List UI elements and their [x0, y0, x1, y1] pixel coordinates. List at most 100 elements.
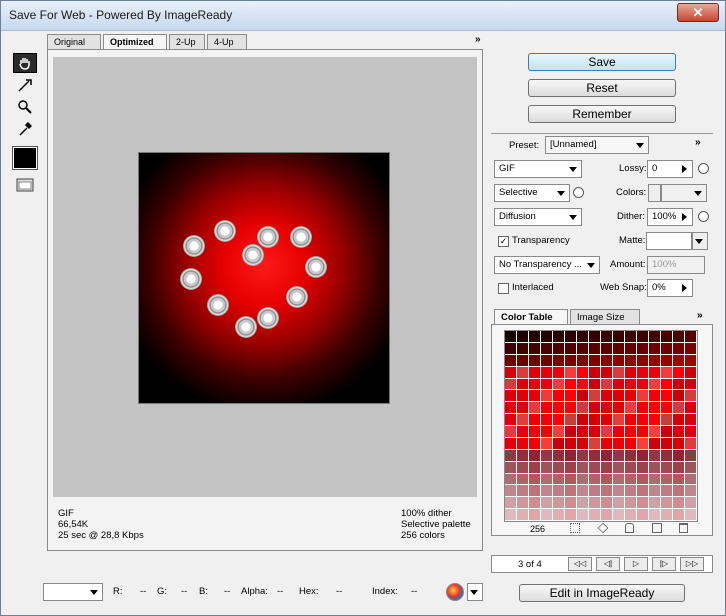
- color-swatch[interactable]: [577, 366, 589, 379]
- color-swatch[interactable]: [589, 402, 601, 415]
- color-swatch[interactable]: [661, 426, 673, 438]
- color-swatch[interactable]: [541, 378, 553, 391]
- color-swatch[interactable]: [553, 437, 565, 450]
- color-swatch[interactable]: [637, 378, 649, 391]
- color-swatch[interactable]: [577, 485, 589, 498]
- color-swatch[interactable]: [685, 449, 697, 462]
- transparency-checkbox[interactable]: ✓: [498, 236, 509, 247]
- close-button[interactable]: ✕: [677, 3, 719, 22]
- colors-stepper[interactable]: [648, 184, 661, 202]
- color-swatch[interactable]: [541, 331, 553, 343]
- color-swatch[interactable]: [661, 437, 673, 450]
- color-swatch[interactable]: [661, 485, 673, 498]
- color-swatch[interactable]: [637, 497, 649, 510]
- color-swatch[interactable]: [589, 497, 601, 510]
- tab-4-up[interactable]: 4-Up: [207, 34, 247, 50]
- color-swatch[interactable]: [517, 437, 529, 450]
- next-frame-button[interactable]: |▷: [652, 557, 676, 571]
- color-swatch[interactable]: [553, 414, 565, 426]
- color-swatch[interactable]: [601, 414, 613, 426]
- color-swatch[interactable]: [541, 485, 553, 498]
- color-swatch[interactable]: [613, 426, 625, 438]
- color-swatch[interactable]: [553, 473, 565, 486]
- color-swatch[interactable]: [517, 366, 529, 379]
- color-swatch[interactable]: [565, 342, 577, 355]
- color-swatch[interactable]: [505, 449, 517, 462]
- color-swatch[interactable]: [565, 473, 577, 486]
- edit-in-imageready-button[interactable]: Edit in ImageReady: [519, 584, 685, 602]
- color-swatch[interactable]: [649, 449, 661, 462]
- color-swatch[interactable]: [637, 331, 649, 343]
- color-swatch[interactable]: [505, 366, 517, 379]
- color-swatch[interactable]: [685, 485, 697, 498]
- color-swatch[interactable]: [673, 426, 685, 438]
- color-swatch[interactable]: [517, 402, 529, 415]
- color-swatch[interactable]: [505, 414, 517, 426]
- reduction-mask-icon[interactable]: [573, 187, 584, 198]
- color-swatch[interactable]: [649, 485, 661, 498]
- color-swatch[interactable]: [589, 390, 601, 403]
- trash-icon[interactable]: [679, 523, 688, 533]
- interlaced-checkbox[interactable]: [498, 283, 509, 294]
- color-swatch[interactable]: [625, 414, 637, 426]
- color-swatch[interactable]: [553, 331, 565, 343]
- color-swatch[interactable]: [577, 354, 589, 367]
- color-swatch[interactable]: [517, 354, 529, 367]
- color-swatch[interactable]: [529, 378, 541, 391]
- color-swatch[interactable]: [505, 437, 517, 450]
- eyedropper-color-swatch[interactable]: [12, 146, 38, 170]
- color-swatch[interactable]: [649, 426, 661, 438]
- color-swatch[interactable]: [625, 509, 637, 521]
- color-swatch[interactable]: [529, 342, 541, 355]
- color-swatch[interactable]: [565, 378, 577, 391]
- color-swatch[interactable]: [541, 414, 553, 426]
- colors-select[interactable]: [661, 184, 707, 202]
- amount-input[interactable]: 100%: [647, 256, 705, 274]
- color-swatch[interactable]: [613, 402, 625, 415]
- matte-dropdown[interactable]: [692, 232, 708, 250]
- color-swatch[interactable]: [577, 497, 589, 510]
- color-swatch[interactable]: [517, 485, 529, 498]
- color-swatch[interactable]: [661, 402, 673, 415]
- color-swatch[interactable]: [505, 461, 517, 474]
- color-swatch[interactable]: [625, 354, 637, 367]
- color-swatch[interactable]: [673, 331, 685, 343]
- color-swatch[interactable]: [505, 509, 517, 521]
- settings-menu-arrow-icon[interactable]: »: [695, 137, 701, 148]
- color-swatch[interactable]: [553, 426, 565, 438]
- color-swatch[interactable]: [601, 342, 613, 355]
- color-swatch[interactable]: [637, 461, 649, 474]
- first-frame-button[interactable]: ◁◁: [568, 557, 592, 571]
- color-swatch[interactable]: [625, 449, 637, 462]
- color-swatch[interactable]: [661, 461, 673, 474]
- color-swatch[interactable]: [649, 473, 661, 486]
- color-swatch[interactable]: [673, 437, 685, 450]
- color-swatch[interactable]: [553, 461, 565, 474]
- color-swatch[interactable]: [589, 473, 601, 486]
- color-swatch[interactable]: [601, 390, 613, 403]
- color-swatch[interactable]: [529, 414, 541, 426]
- color-swatch[interactable]: [661, 414, 673, 426]
- color-swatch[interactable]: [517, 473, 529, 486]
- color-swatch[interactable]: [553, 509, 565, 521]
- color-swatch[interactable]: [541, 497, 553, 510]
- color-swatch[interactable]: [673, 402, 685, 415]
- color-swatch[interactable]: [517, 331, 529, 343]
- color-swatch[interactable]: [673, 473, 685, 486]
- color-swatch[interactable]: [529, 426, 541, 438]
- color-swatch[interactable]: [541, 342, 553, 355]
- color-swatch[interactable]: [541, 426, 553, 438]
- color-swatch[interactable]: [541, 449, 553, 462]
- color-swatch[interactable]: [613, 437, 625, 450]
- color-swatch[interactable]: [685, 461, 697, 474]
- color-swatch[interactable]: [673, 461, 685, 474]
- color-swatch[interactable]: [589, 461, 601, 474]
- color-swatch[interactable]: [649, 342, 661, 355]
- color-swatch[interactable]: [673, 414, 685, 426]
- dither-mask-icon[interactable]: [698, 211, 709, 222]
- color-swatch[interactable]: [685, 366, 697, 379]
- color-swatch[interactable]: [661, 378, 673, 391]
- color-swatch[interactable]: [577, 378, 589, 391]
- color-swatch[interactable]: [649, 497, 661, 510]
- color-swatch[interactable]: [661, 390, 673, 403]
